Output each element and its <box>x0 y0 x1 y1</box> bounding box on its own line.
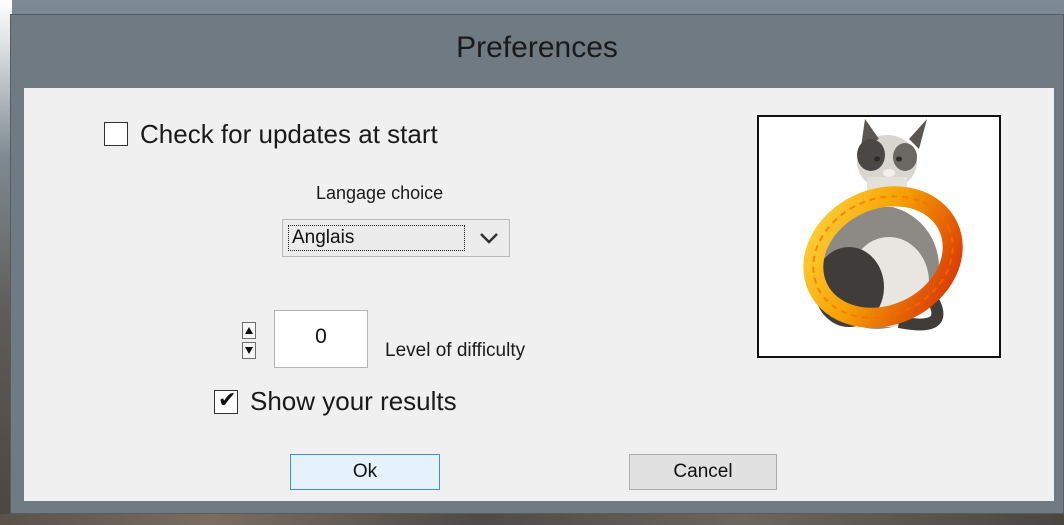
language-select-value: Anglais <box>288 225 465 251</box>
check-updates-label: Check for updates at start <box>140 119 438 149</box>
preview-image <box>757 115 1001 358</box>
chevron-down-icon <box>480 233 498 244</box>
cancel-button[interactable]: Cancel <box>629 454 777 490</box>
title-bar[interactable]: Preferences <box>11 15 1063 87</box>
show-results-checkbox[interactable]: ✔ <box>214 388 238 414</box>
dialog-content: Check for updates at start Langage choic… <box>24 88 1054 501</box>
triangle-down-icon <box>245 347 253 354</box>
difficulty-spinner[interactable] <box>242 322 256 360</box>
show-results-label: Show your results <box>250 386 457 416</box>
preferences-dialog: Preferences Check for updates at start L… <box>10 14 1064 514</box>
check-updates-checkbox[interactable] <box>104 122 128 146</box>
spin-down-button[interactable] <box>242 342 256 359</box>
checkmark-icon: ✔ <box>218 388 237 413</box>
difficulty-label: Level of difficulty <box>385 340 526 361</box>
triangle-up-icon <box>245 327 253 334</box>
desktop-background-bottom <box>0 514 1064 525</box>
language-label: Langage choice <box>316 183 444 203</box>
window-title: Preferences <box>456 31 618 64</box>
language-select[interactable]: Anglais <box>282 219 510 257</box>
ok-button[interactable]: Ok <box>290 454 440 490</box>
difficulty-input[interactable]: 0 <box>274 310 368 368</box>
spin-up-button[interactable] <box>242 322 256 339</box>
cat-ring-illustration <box>803 119 963 331</box>
